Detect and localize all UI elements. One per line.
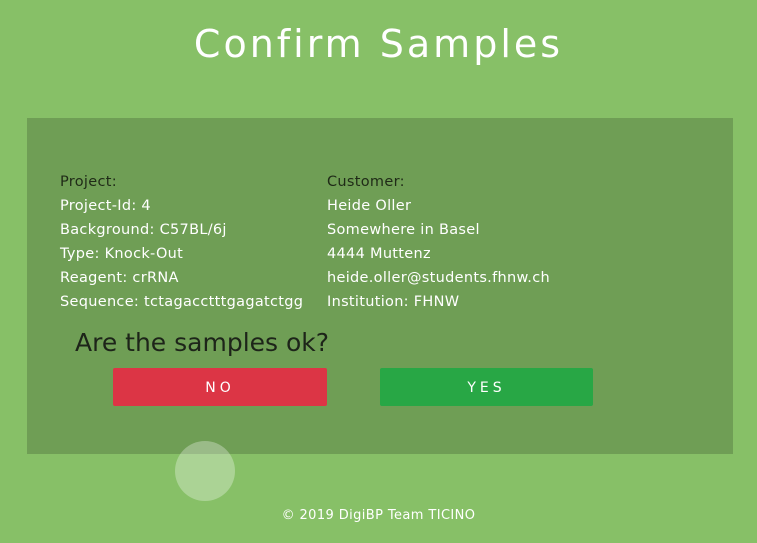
cursor-indicator bbox=[175, 441, 235, 501]
yes-button[interactable]: YES bbox=[380, 368, 593, 406]
customer-address: Somewhere in Basel bbox=[327, 222, 480, 238]
customer-institution: Institution: FHNW bbox=[327, 294, 460, 310]
project-sequence: Sequence: tctagacctttgagatctgg bbox=[60, 294, 304, 310]
page-title: Confirm Samples bbox=[193, 22, 564, 66]
customer-heading: Customer: bbox=[327, 174, 405, 190]
project-type: Type: Knock-Out bbox=[60, 246, 184, 262]
confirm-question: Are the samples ok? bbox=[75, 328, 330, 357]
project-heading: Project: bbox=[60, 174, 117, 190]
customer-info: Customer: Heide Oller Somewhere in Basel… bbox=[327, 170, 550, 314]
project-background: Background: C57BL/6j bbox=[60, 222, 227, 238]
customer-city: 4444 Muttenz bbox=[327, 246, 431, 262]
customer-email: heide.oller@students.fhnw.ch bbox=[327, 270, 550, 286]
footer-copyright: © 2019 DigiBP Team TICINO bbox=[281, 508, 476, 523]
project-reagent: Reagent: crRNA bbox=[60, 270, 179, 286]
customer-name: Heide Oller bbox=[327, 198, 412, 214]
project-id: Project-Id: 4 bbox=[60, 198, 151, 214]
no-button[interactable]: NO bbox=[113, 368, 327, 406]
confirmation-panel: Project: Project-Id: 4 Background: C57BL… bbox=[27, 118, 733, 454]
project-info: Project: Project-Id: 4 Background: C57BL… bbox=[60, 170, 303, 314]
